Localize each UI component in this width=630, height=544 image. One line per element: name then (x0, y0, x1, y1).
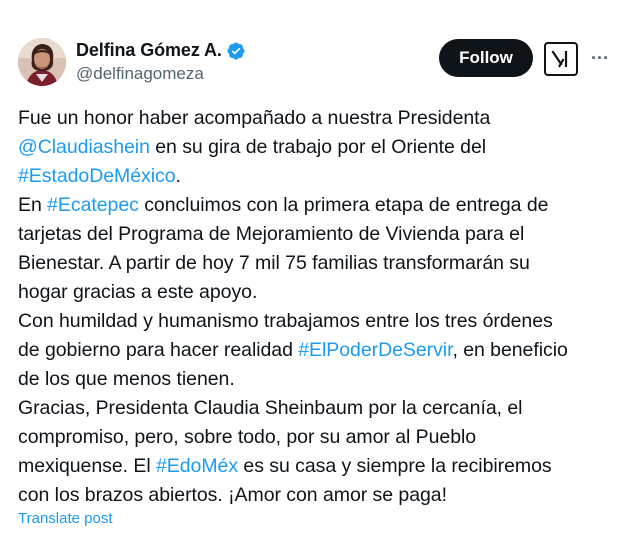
post-text: Fue un honor haber acompañado a nuestra … (18, 104, 618, 510)
follow-button[interactable]: Follow (439, 39, 533, 77)
translate-post-link[interactable]: Translate post (18, 510, 113, 527)
post-card: Delfina Gómez A. @delfinagomeza Follow ·… (0, 0, 630, 544)
avatar[interactable] (18, 38, 66, 86)
post-text-segment: de los que menos tienen. (18, 368, 235, 390)
post-text-segment: Fue un honor haber acompañado a nuestra … (18, 107, 491, 129)
post-text-line: En #Ecatepec concluimos con la primera e… (18, 191, 618, 220)
hashtag-link[interactable]: #ElPoderDeServir (298, 339, 452, 361)
post-text-line: de gobierno para hacer realidad #ElPoder… (18, 336, 618, 365)
post-text-line: #EstadoDeMéxico. (18, 162, 618, 191)
post-text-line: hogar gracias a este apoyo. (18, 278, 618, 307)
hashtag-link[interactable]: #Ecatepec (47, 194, 139, 216)
post-text-line: mexiquense. El #EdoMéx es su casa y siem… (18, 452, 618, 481)
post-text-segment: en su gira de trabajo por el Oriente del (149, 136, 487, 158)
post-text-line: tarjetas del Programa de Mejoramiento de… (18, 220, 618, 249)
author-handle[interactable]: @delfinagomeza (76, 64, 204, 84)
post-text-line: Fue un honor haber acompañado a nuestra … (18, 104, 618, 133)
post-text-segment: . (175, 165, 181, 187)
post-text-line: de los que menos tienen. (18, 365, 618, 394)
post-text-line: con los brazos abiertos. ¡Amor con amor … (18, 481, 618, 510)
post-text-segment: , en beneficio (452, 339, 568, 361)
grok-icon[interactable] (544, 42, 578, 76)
post-text-segment: En (18, 194, 48, 216)
post-text-line: Con humildad y humanismo trabajamos entr… (18, 307, 618, 336)
verified-badge-icon (226, 41, 246, 61)
post-text-segment: es su casa y siempre la recibiremos (238, 455, 552, 477)
post-text-segment: concluimos con la primera etapa de entre… (138, 194, 549, 216)
avatar-image (18, 38, 66, 86)
post-text-segment: Con humildad y humanismo trabajamos entr… (18, 310, 553, 332)
post-text-line: @Claudiashein en su gira de trabajo por … (18, 133, 618, 162)
post-text-segment: de gobierno para hacer realidad (18, 339, 299, 361)
post-text-line: Bienestar. A partir de hoy 7 mil 75 fami… (18, 249, 618, 278)
post-text-line: Gracias, Presidenta Claudia Sheinbaum po… (18, 394, 618, 423)
more-options-icon[interactable]: ··· (588, 46, 612, 70)
author-name[interactable]: Delfina Gómez A. (76, 40, 222, 61)
mention-link[interactable]: @Claudiashein (18, 136, 150, 158)
post-text-segment: hogar gracias a este apoyo. (18, 281, 258, 303)
post-text-segment: compromiso, pero, sobre todo, por su amo… (18, 426, 477, 448)
post-text-segment: con los brazos abiertos. ¡Amor con amor … (18, 484, 447, 506)
post-text-segment: tarjetas del Programa de Mejoramiento de… (18, 223, 525, 245)
hashtag-link[interactable]: #EdoMéx (156, 455, 238, 477)
author-name-row[interactable]: Delfina Gómez A. (76, 40, 246, 61)
post-text-segment: mexiquense. El (18, 455, 156, 477)
post-text-segment: Gracias, Presidenta Claudia Sheinbaum po… (18, 397, 523, 419)
hashtag-link[interactable]: #EstadoDeMéxico (18, 165, 176, 187)
post-text-line: compromiso, pero, sobre todo, por su amo… (18, 423, 618, 452)
post-text-segment: Bienestar. A partir de hoy 7 mil 75 fami… (18, 252, 530, 274)
